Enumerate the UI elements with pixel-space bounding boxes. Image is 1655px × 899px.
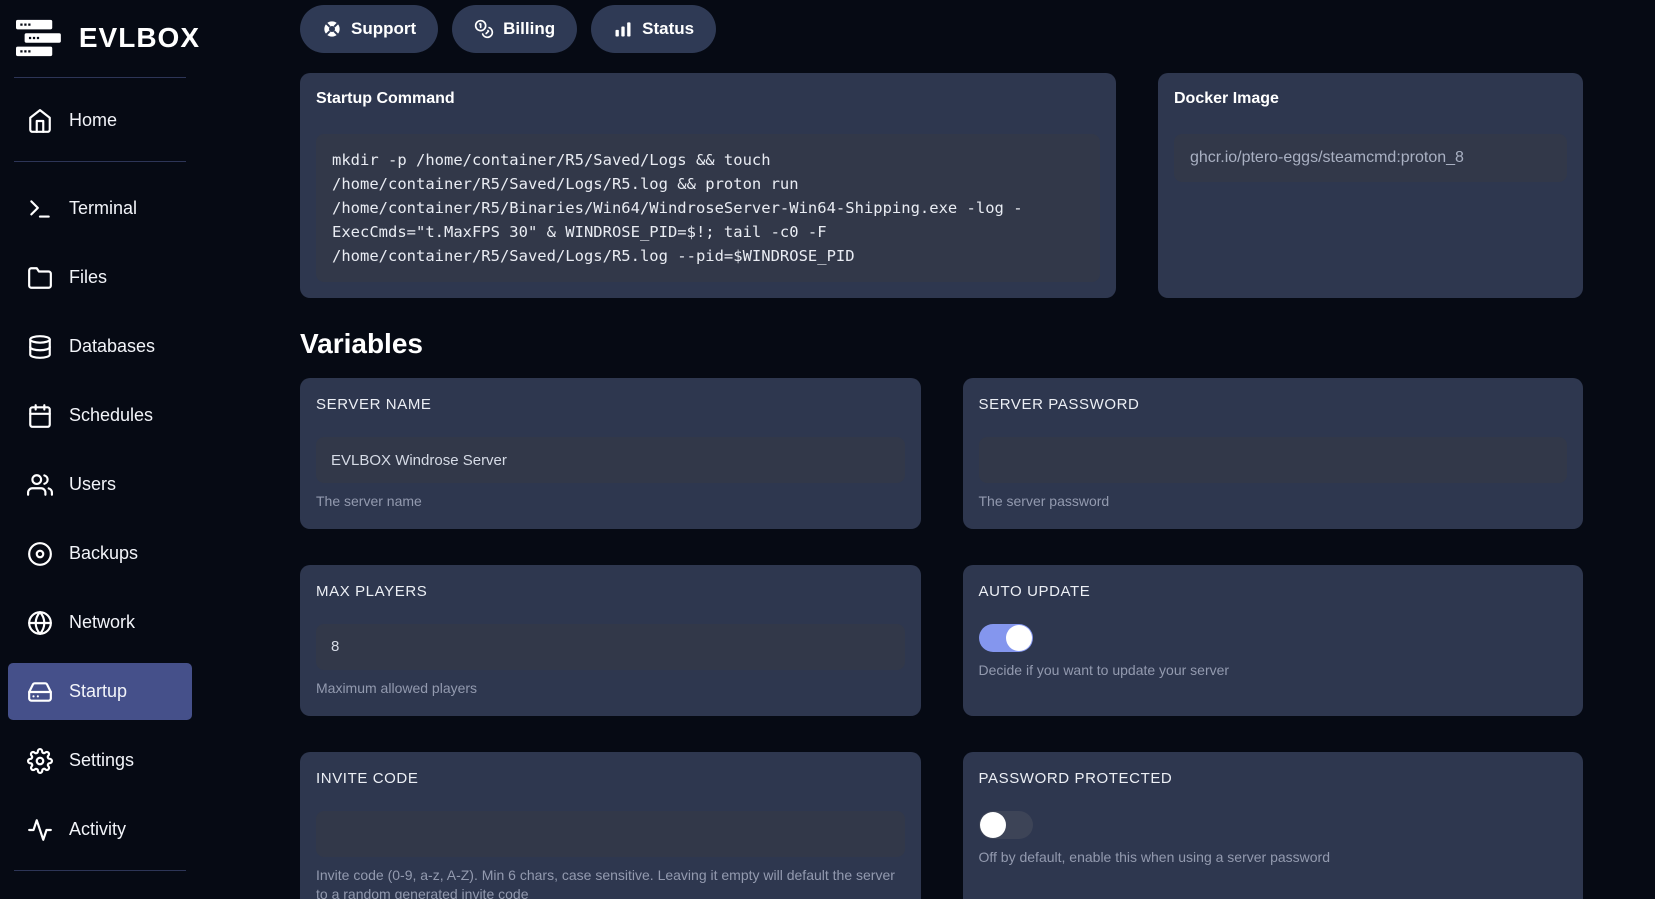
sidebar-item-terminal[interactable]: Terminal — [8, 180, 192, 237]
password-protected-card: PASSWORD PROTECTED Off by default, enabl… — [962, 751, 1583, 899]
activity-icon — [28, 818, 52, 841]
max-players-help: Maximum allowed players — [316, 679, 478, 696]
globe-icon — [28, 610, 52, 635]
auto-update-help: Decide if you want to update your server — [978, 661, 1230, 678]
hard-drive-icon — [28, 681, 52, 702]
toggle-knob — [1005, 624, 1032, 651]
billing-button-label: Billing — [503, 19, 556, 38]
sidebar-item-users[interactable]: Users — [8, 456, 192, 513]
server-password-input[interactable] — [978, 437, 1567, 483]
calendar-icon — [29, 403, 51, 428]
sidebar-item-label: Network — [69, 612, 136, 632]
sidebar-item-label: Settings — [69, 750, 135, 770]
users-icon — [27, 473, 53, 496]
database-icon — [29, 334, 51, 359]
server-stack-icon — [16, 19, 61, 57]
top-cards: Startup Command mkdir -p /home/container… — [300, 73, 1583, 298]
password-protected-toggle[interactable] — [978, 810, 1033, 839]
sidebar-item-label: Terminal — [69, 198, 138, 218]
server-name-input[interactable] — [316, 437, 905, 483]
sidebar-item-databases[interactable]: Databases — [8, 318, 192, 375]
disc-icon — [28, 541, 52, 566]
variables-grid: SERVER NAME The server name SERVER PASSW… — [300, 378, 1583, 899]
sidebar-divider — [14, 870, 186, 871]
sidebar-item-network[interactable]: Network — [8, 594, 192, 651]
sidebar-item-startup[interactable]: Startup — [8, 663, 192, 720]
server-password-help: The server password — [978, 493, 1110, 509]
max-players-input[interactable] — [316, 623, 905, 670]
server-password-card: SERVER PASSWORD The server password — [962, 378, 1583, 529]
sidebar-item-home[interactable]: Home — [8, 92, 192, 149]
sidebar-item-schedules[interactable]: Schedules — [8, 387, 192, 444]
docker-image-title: Docker Image — [1174, 90, 1279, 107]
sidebar-item-label: Users — [69, 474, 117, 494]
invite-code-label: INVITE CODE — [316, 769, 419, 787]
auto-update-label: AUTO UPDATE — [978, 582, 1091, 600]
sidebar-item-files[interactable]: Files — [8, 249, 192, 306]
home-icon — [29, 108, 51, 133]
startup-command-card: Startup Command mkdir -p /home/container… — [300, 73, 1116, 298]
server-name-label: SERVER NAME — [316, 396, 432, 413]
brand-name: EVLBOX — [78, 22, 200, 53]
auto-update-toggle[interactable] — [978, 623, 1033, 652]
invite-code-card: INVITE CODE Invite code (0-9, a-z, A-Z).… — [300, 751, 921, 899]
invite-code-help: Invite code (0-9, a-z, A-Z). Min 6 chars… — [316, 866, 895, 899]
sidebar-item-label: Databases — [69, 336, 156, 356]
sidebar-item-settings[interactable]: Settings — [8, 732, 192, 789]
billing-button[interactable]: Billing — [452, 5, 578, 53]
brand-logo-row[interactable]: EVLBOX — [0, 0, 200, 77]
docker-image-card: Docker Image ghcr.io/ptero-eggs/steamcmd… — [1158, 73, 1583, 298]
max-players-label: MAX PLAYERS — [316, 582, 428, 600]
sidebar-item-label: Files — [69, 267, 108, 287]
status-button[interactable]: Status — [591, 5, 717, 53]
sidebar-item-backups[interactable]: Backups — [8, 525, 192, 582]
sidebar-item-label: Backups — [69, 543, 139, 563]
server-password-label: SERVER PASSWORD — [978, 396, 1140, 413]
password-protected-label: PASSWORD PROTECTED — [978, 769, 1173, 787]
status-button-label: Status — [642, 19, 695, 38]
coins-icon — [474, 19, 494, 39]
invite-code-input[interactable] — [316, 810, 905, 857]
sidebar-item-activity[interactable]: Activity — [8, 801, 192, 858]
startup-command-code[interactable]: mkdir -p /home/container/R5/Saved/Logs &… — [316, 134, 1100, 282]
server-name-help: The server name — [316, 493, 422, 509]
password-protected-help: Off by default, enable this when using a… — [978, 848, 1331, 865]
auto-update-card: AUTO UPDATE Decide if you want to update… — [962, 564, 1583, 716]
gear-icon — [27, 747, 53, 774]
folder-icon — [28, 266, 52, 289]
sidebar-item-label: Activity — [69, 819, 127, 839]
support-button-label: Support — [351, 19, 417, 38]
support-button[interactable]: Support — [300, 5, 439, 53]
main-content: Support Billing Status Startup Command m… — [200, 0, 1655, 899]
docker-image-value: ghcr.io/ptero-eggs/steamcmd:proton_8 — [1174, 134, 1567, 182]
toggle-knob — [979, 811, 1006, 838]
server-name-card: SERVER NAME The server name — [300, 378, 921, 529]
sidebar-item-label: Startup — [69, 681, 128, 701]
variables-heading: Variables — [300, 328, 423, 359]
life-buoy-icon — [324, 21, 340, 37]
sidebar-divider — [14, 161, 186, 162]
max-players-card: MAX PLAYERS Maximum allowed players — [300, 564, 921, 716]
sidebar-nav: Terminal Files Databases Schedules Users — [0, 180, 200, 858]
startup-command-title: Startup Command — [316, 90, 455, 107]
bar-chart-icon — [615, 22, 631, 37]
topbar: Support Billing Status — [300, 5, 1583, 53]
sidebar-item-label: Home — [69, 110, 118, 130]
sidebar: EVLBOX Home Terminal Files Databases Sch… — [0, 0, 200, 899]
terminal-icon — [30, 199, 50, 218]
sidebar-divider — [14, 77, 186, 78]
sidebar-item-label: Schedules — [69, 405, 154, 425]
